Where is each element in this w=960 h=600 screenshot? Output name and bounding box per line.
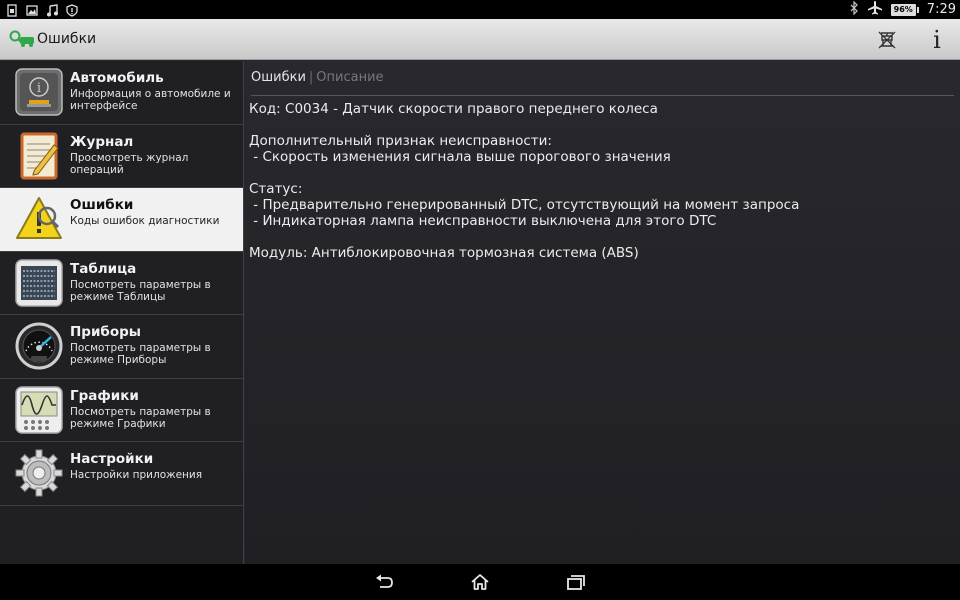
tab-separator: | xyxy=(308,70,314,85)
sidebar-item-subtitle: Посмотреть параметры в режиме Графики xyxy=(70,405,211,430)
home-button[interactable] xyxy=(469,572,491,592)
music-notification-icon xyxy=(46,2,58,17)
info-button[interactable]: i xyxy=(922,25,952,55)
sidebar-item-gauges[interactable]: Приборы Посмотреть параметры в режиме Пр… xyxy=(0,315,243,379)
image-notification-icon xyxy=(26,2,38,16)
bluetooth-icon xyxy=(849,0,859,19)
table-icon xyxy=(14,258,64,308)
sidebar-item-title: Настройки xyxy=(70,451,154,467)
sidebar-item-title: Ошибки xyxy=(70,197,134,213)
status-bar: 96% 7:29 xyxy=(0,0,960,19)
battery-indicator: 96% xyxy=(890,3,919,16)
page-title: Ошибки xyxy=(37,31,97,47)
sidebar-item-errors[interactable]: Ошибки Коды ошибок диагностики xyxy=(0,188,243,252)
status-item: - Индикаторная лампа неисправности выклю… xyxy=(249,213,717,229)
detail-tabs: Ошибки | Описание xyxy=(251,70,954,96)
sidebar-item-settings[interactable]: Настройки Настройки приложения xyxy=(0,442,243,506)
app-screen: 96% 7:29 Ошибки i i Автомобиль Информаци… xyxy=(0,0,960,600)
action-bar: Ошибки i xyxy=(0,19,960,60)
sidebar-item-table[interactable]: Таблица Посмотреть параметры в режиме Та… xyxy=(0,252,243,315)
clock: 7:29 xyxy=(926,2,956,17)
sidebar-item-subtitle: Коды ошибок диагностики xyxy=(70,215,220,227)
sidebar-item-subtitle: Посмотреть параметры в режиме Приборы xyxy=(70,342,211,366)
sidebar-item-title: Графики xyxy=(70,387,139,404)
app-logo-icon[interactable] xyxy=(9,30,35,48)
sidebar-item-subtitle: Просмотреть журнал операций xyxy=(70,151,189,176)
sidebar-item-title: Автомобиль xyxy=(70,70,164,86)
extra-symptom-item: - Скорость изменения сигнала выше порого… xyxy=(249,149,671,165)
sidebar-item-subtitle: Информация о автомобиле и интерфейсе xyxy=(70,88,231,112)
system-nav-bar xyxy=(0,564,960,600)
disconnected-adapter-icon xyxy=(878,31,896,49)
sim-notification-icon xyxy=(6,2,18,17)
recent-apps-icon xyxy=(567,575,585,590)
sidebar-item-car[interactable]: i Автомобиль Информация о автомобиле и и… xyxy=(0,61,243,125)
car-info-icon: i xyxy=(14,67,64,117)
system-status: 96% 7:29 xyxy=(849,0,956,19)
tab-errors[interactable]: Ошибки xyxy=(251,70,306,85)
sidebar-item-subtitle: Настройки приложения xyxy=(70,469,203,481)
back-icon xyxy=(376,574,393,588)
journal-icon xyxy=(14,131,64,181)
sidebar-item-title: Журнал xyxy=(70,133,134,150)
error-code-line: Код: C0034 - Датчик скорости правого пер… xyxy=(249,101,658,117)
alert-notification-icon xyxy=(66,2,78,17)
back-button[interactable] xyxy=(373,572,395,592)
graph-icon xyxy=(14,385,64,435)
svg-text:i: i xyxy=(37,81,41,96)
extra-symptom-heading: Дополнительный признак неисправности: xyxy=(249,133,552,149)
recent-apps-button[interactable] xyxy=(565,572,587,592)
battery-level: 96% xyxy=(890,3,916,16)
sidebar-item-journal[interactable]: Журнал Просмотреть журнал операций xyxy=(0,125,243,188)
info-icon: i xyxy=(933,26,941,54)
gauge-icon xyxy=(14,321,64,371)
error-detail-panel: Ошибки | Описание Код: C0034 - Датчик скор… xyxy=(245,61,960,564)
sidebar-item-graphs[interactable]: Графики Посмотреть параметры в режиме Гр… xyxy=(0,379,243,442)
warning-icon xyxy=(14,194,64,244)
sidebar-item-title: Таблица xyxy=(70,260,137,277)
sidebar-item-title: Приборы xyxy=(70,324,141,340)
sidebar: i Автомобиль Информация о автомобиле и и… xyxy=(0,61,244,564)
sidebar-item-subtitle: Посмотреть параметры в режиме Таблицы xyxy=(70,278,211,303)
notification-icons xyxy=(6,2,78,17)
status-heading: Статус: xyxy=(249,181,303,197)
error-description: Код: C0034 - Датчик скорости правого пер… xyxy=(249,101,949,261)
disconnect-button[interactable] xyxy=(872,25,902,55)
tab-description[interactable]: Описание xyxy=(316,70,383,85)
home-icon xyxy=(471,574,489,590)
settings-gear-icon xyxy=(14,448,64,498)
airplane-mode-icon xyxy=(867,0,883,20)
status-item: - Предварительно генерированный DTC, отс… xyxy=(249,197,800,213)
module-line: Модуль: Антиблокировочная тормозная сист… xyxy=(249,245,639,261)
